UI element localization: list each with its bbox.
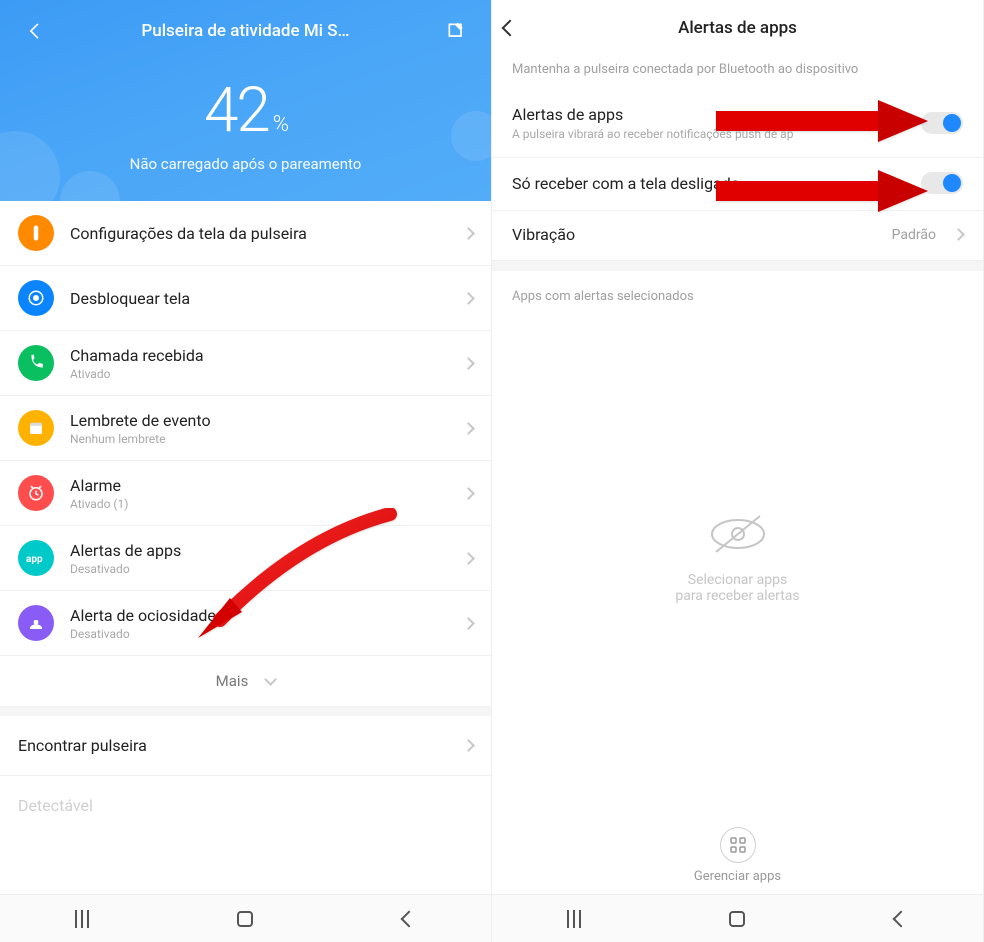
row-subtitle: Ativado (1): [70, 497, 456, 511]
row-label: Chamada recebida: [70, 346, 456, 365]
empty-line-1: Selecionar apps: [688, 572, 787, 588]
nav-back-button[interactable]: [379, 903, 439, 935]
screen-off-toggle-row[interactable]: Só receber com a tela desligada: [492, 158, 983, 211]
chevron-right-icon: [462, 617, 475, 630]
nav-recent-button[interactable]: [52, 903, 112, 935]
nav-back-button[interactable]: [871, 903, 931, 935]
connection-hint: Mantenha a pulseira conectada por Blueto…: [492, 54, 983, 91]
vibration-row[interactable]: Vibração Padrão: [492, 211, 983, 261]
battery-subtitle: Não carregado após o pareamento: [18, 155, 473, 173]
settings-list: Configurações da tela da pulseira Desbloq…: [0, 201, 491, 656]
band-icon: [18, 215, 54, 251]
screen-app-alerts: Alertas de apps Mantenha a pulseira cone…: [492, 0, 984, 942]
app-alerts-toggle-row[interactable]: Alertas de apps A pulseira vibrará ao re…: [492, 91, 983, 158]
screen-band-settings: Pulseira de atividade Mi S… 42 % Não car…: [0, 0, 492, 942]
back-button[interactable]: [18, 14, 52, 48]
decorative-circle: [60, 171, 120, 201]
section-divider: [492, 261, 983, 271]
screen-off-toggle[interactable]: [921, 172, 963, 194]
row-label: Alerta de ociosidade: [70, 606, 456, 625]
grid-icon: [720, 827, 756, 863]
percent-symbol: %: [273, 112, 287, 137]
empty-state: Selecionar apps para receber alertas: [492, 304, 983, 809]
hero-banner: Pulseira de atividade Mi S… 42 % Não car…: [0, 0, 491, 201]
chevron-right-icon: [952, 228, 965, 241]
row-label: Configurações da tela da pulseira: [70, 224, 456, 243]
more-button[interactable]: Mais: [0, 656, 491, 706]
chevron-right-icon: [462, 292, 475, 305]
chevron-right-icon: [462, 227, 475, 240]
detectable-label: Detectável: [18, 796, 93, 815]
unlock-icon: [18, 280, 54, 316]
row-subtitle: Desativado: [70, 627, 456, 641]
alarm-icon: [18, 475, 54, 511]
row-label: Desbloquear tela: [70, 289, 456, 308]
settings-row-band[interactable]: Configurações da tela da pulseira: [0, 201, 491, 266]
nav-home-button[interactable]: [215, 903, 275, 935]
selected-apps-hint: Apps com alertas selecionados: [492, 271, 983, 304]
empty-line-2: para receber alertas: [675, 588, 799, 604]
chevron-right-icon: [462, 487, 475, 500]
svg-text:app: app: [26, 554, 43, 564]
row-label: Alarme: [70, 476, 456, 495]
manage-apps-label: Gerenciar apps: [492, 869, 983, 884]
row-subtitle: Desativado: [70, 562, 456, 576]
nav-recent-button[interactable]: [544, 903, 604, 935]
back-button[interactable]: [502, 20, 519, 37]
settings-row-calendar[interactable]: Lembrete de evento Nenhum lembrete: [0, 396, 491, 461]
system-nav-bar: [0, 894, 491, 942]
edit-button[interactable]: [439, 14, 473, 48]
app-alerts-label: Alertas de apps: [512, 105, 921, 124]
settings-row-app[interactable]: app Alertas de apps Desativado: [0, 526, 491, 591]
find-band-label: Encontrar pulseira: [18, 736, 147, 755]
more-label: Mais: [216, 672, 249, 690]
settings-row-phone[interactable]: Chamada recebida Ativado: [0, 331, 491, 396]
section-divider: [0, 706, 491, 716]
calendar-icon: [18, 410, 54, 446]
nav-home-button[interactable]: [707, 903, 767, 935]
app-icon: app: [18, 540, 54, 576]
chevron-right-icon: [462, 422, 475, 435]
system-nav-bar: [492, 894, 983, 942]
settings-row-idle[interactable]: Alerta de ociosidade Desativado: [0, 591, 491, 656]
row-subtitle: Nenhum lembrete: [70, 432, 456, 446]
settings-row-unlock[interactable]: Desbloquear tela: [0, 266, 491, 331]
detectable-row[interactable]: Detectável: [0, 776, 491, 835]
chevron-down-icon: [264, 673, 277, 686]
row-label: Alertas de apps: [70, 541, 456, 560]
row-subtitle: Ativado: [70, 367, 456, 381]
settings-row-alarm[interactable]: Alarme Ativado (1): [0, 461, 491, 526]
app-alerts-toggle[interactable]: [921, 112, 963, 134]
page-title: Alertas de apps: [678, 18, 797, 38]
chevron-right-icon: [462, 357, 475, 370]
hero-top-bar: Pulseira de atividade Mi S…: [18, 14, 473, 48]
top-bar: Alertas de apps: [492, 0, 983, 54]
battery-percentage: 42: [204, 74, 269, 147]
chevron-right-icon: [462, 552, 475, 565]
manage-apps-button[interactable]: Gerenciar apps: [492, 809, 983, 894]
battery-status: 42 % Não carregado após o pareamento: [18, 74, 473, 173]
row-label: Lembrete de evento: [70, 411, 456, 430]
vibration-label: Vibração: [512, 225, 892, 244]
phone-icon: [18, 345, 54, 381]
page-title: Pulseira de atividade Mi S…: [141, 21, 349, 41]
app-alerts-description: A pulseira vibrará ao receber notificaçõ…: [512, 127, 921, 141]
screen-off-label: Só receber com a tela desligada: [512, 174, 921, 193]
vibration-value: Padrão: [892, 227, 936, 243]
eye-off-icon: [706, 510, 770, 558]
idle-icon: [18, 605, 54, 641]
chevron-right-icon: [462, 739, 475, 752]
find-band-row[interactable]: Encontrar pulseira: [0, 716, 491, 776]
